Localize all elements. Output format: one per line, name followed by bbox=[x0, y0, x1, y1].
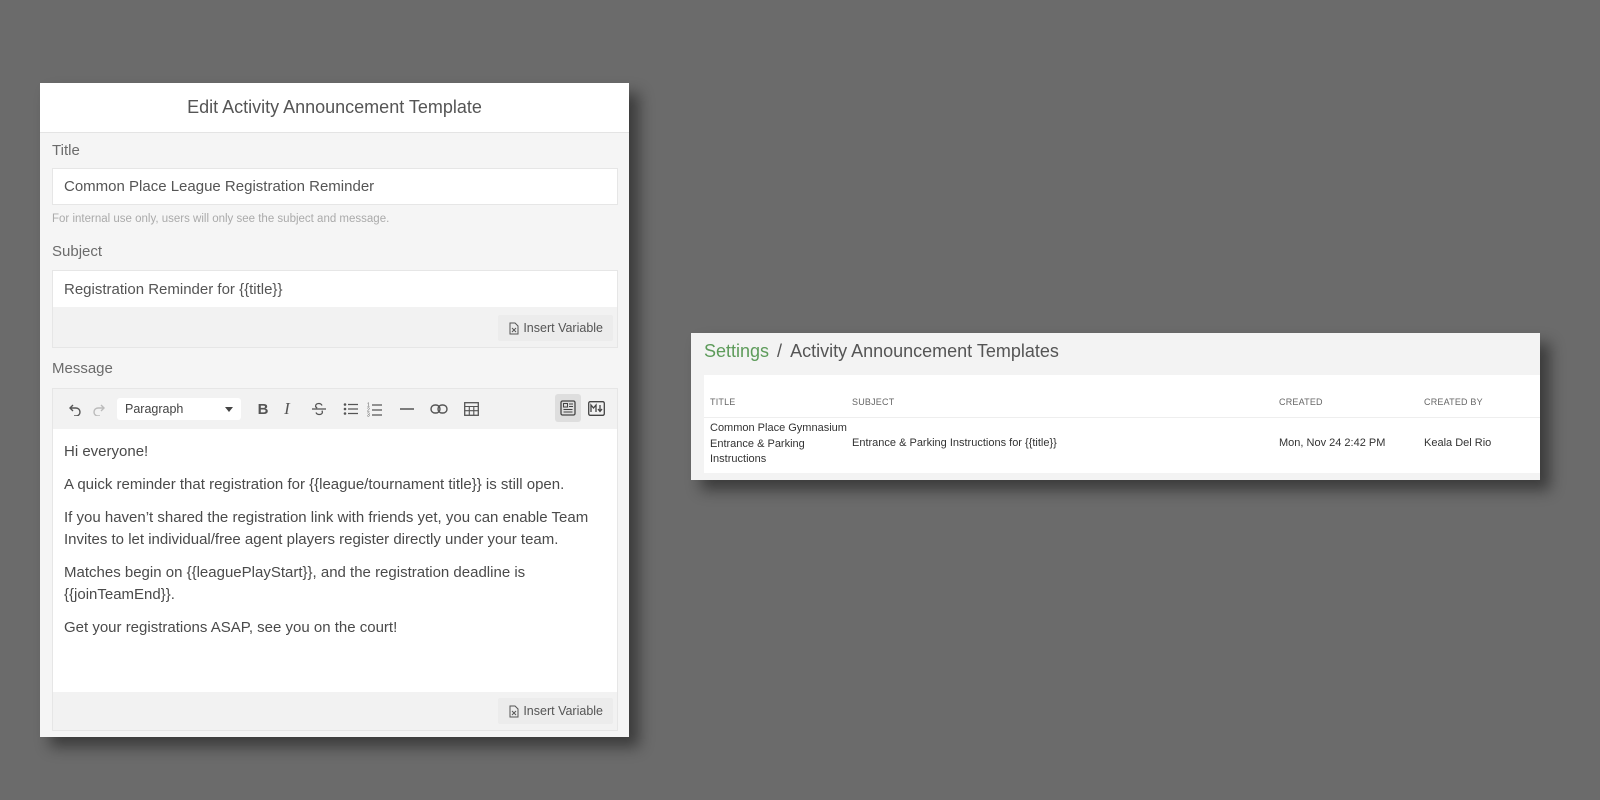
message-paragraph: Get your registrations ASAP, see you on … bbox=[64, 619, 398, 636]
column-header-created[interactable]: CREATED bbox=[1279, 397, 1323, 407]
message-editor: Paragraph B I 123 Hi everyone! A quick r… bbox=[52, 388, 618, 731]
numbered-list-icon[interactable]: 123 bbox=[363, 397, 387, 421]
row-title: Common Place Gymnasium Entrance & Parkin… bbox=[710, 422, 847, 465]
message-paragraph: A quick reminder that registration for {… bbox=[64, 476, 565, 493]
breadcrumb-current: Activity Announcement Templates bbox=[790, 341, 1059, 361]
insert-variable-label: Insert Variable bbox=[523, 704, 603, 718]
column-header-title[interactable]: TITLE bbox=[710, 397, 736, 407]
column-header-created-by[interactable]: CREATED BY bbox=[1424, 397, 1483, 407]
message-insert-variable-button[interactable]: Insert Variable bbox=[498, 698, 613, 724]
table-row[interactable]: Common Place Gymnasium Entrance & Parkin… bbox=[704, 418, 1540, 472]
table-icon[interactable] bbox=[459, 397, 483, 421]
undo-icon[interactable] bbox=[63, 397, 87, 421]
message-paragraph: Matches begin on {{leaguePlayStart}}, an… bbox=[64, 564, 526, 603]
bullet-list-icon[interactable] bbox=[339, 397, 363, 421]
breadcrumb-separator: / bbox=[777, 341, 783, 361]
markdown-mode-icon[interactable] bbox=[583, 394, 609, 422]
breadcrumb-settings-link[interactable]: Settings bbox=[704, 341, 769, 362]
strikethrough-icon[interactable] bbox=[307, 397, 331, 421]
mode-switcher bbox=[555, 394, 609, 422]
horizontal-rule-icon[interactable] bbox=[395, 397, 419, 421]
title-help-text: For internal use only, users will only s… bbox=[52, 213, 390, 225]
subject-field: Registration Reminder for {{title}} Inse… bbox=[52, 270, 618, 348]
row-subject: Entrance & Parking Instructions for {{ti… bbox=[852, 437, 1057, 449]
column-header-subject[interactable]: SUBJECT bbox=[852, 397, 894, 407]
templates-list-panel: Settings / Activity Announcement Templat… bbox=[691, 333, 1540, 480]
message-label: Message bbox=[52, 360, 113, 377]
row-created: Mon, Nov 24 2:42 PM bbox=[1279, 437, 1386, 449]
panel-heading: Edit Activity Announcement Template bbox=[40, 83, 629, 133]
title-input[interactable]: Common Place League Registration Reminde… bbox=[52, 168, 618, 205]
wysiwyg-mode-icon[interactable] bbox=[555, 394, 581, 422]
templates-table: TITLE SUBJECT CREATED CREATED BY Common … bbox=[704, 375, 1540, 473]
link-icon[interactable] bbox=[427, 397, 451, 421]
edit-template-panel: Edit Activity Announcement Template Titl… bbox=[40, 83, 629, 737]
message-footer: Insert Variable bbox=[53, 692, 617, 730]
message-paragraph: Hi everyone! bbox=[64, 443, 149, 460]
subject-insert-variable-button[interactable]: Insert Variable bbox=[498, 315, 613, 341]
chevron-down-icon bbox=[225, 406, 233, 412]
variable-file-icon bbox=[509, 705, 519, 717]
table-header: TITLE SUBJECT CREATED CREATED BY bbox=[704, 375, 1540, 418]
subject-input[interactable]: Registration Reminder for {{title}} bbox=[53, 271, 617, 307]
message-paragraph: If you haven’t shared the registration l… bbox=[64, 509, 589, 548]
row-created-by: Keala Del Rio bbox=[1424, 437, 1492, 449]
message-content[interactable]: Hi everyone! A quick reminder that regis… bbox=[53, 429, 617, 639]
breadcrumb: Settings / Activity Announcement Templat… bbox=[704, 341, 1059, 362]
block-format-value: Paragraph bbox=[125, 402, 184, 416]
bold-icon[interactable]: B bbox=[251, 397, 275, 421]
svg-text:3: 3 bbox=[367, 412, 370, 417]
insert-variable-label: Insert Variable bbox=[523, 321, 603, 335]
editor-toolbar: Paragraph B I 123 bbox=[53, 389, 617, 429]
italic-icon[interactable]: I bbox=[275, 397, 299, 421]
subject-label: Subject bbox=[52, 243, 103, 260]
redo-icon[interactable] bbox=[87, 397, 111, 421]
block-format-select[interactable]: Paragraph bbox=[117, 398, 241, 420]
variable-file-icon bbox=[509, 322, 519, 334]
title-label: Title bbox=[52, 142, 80, 159]
